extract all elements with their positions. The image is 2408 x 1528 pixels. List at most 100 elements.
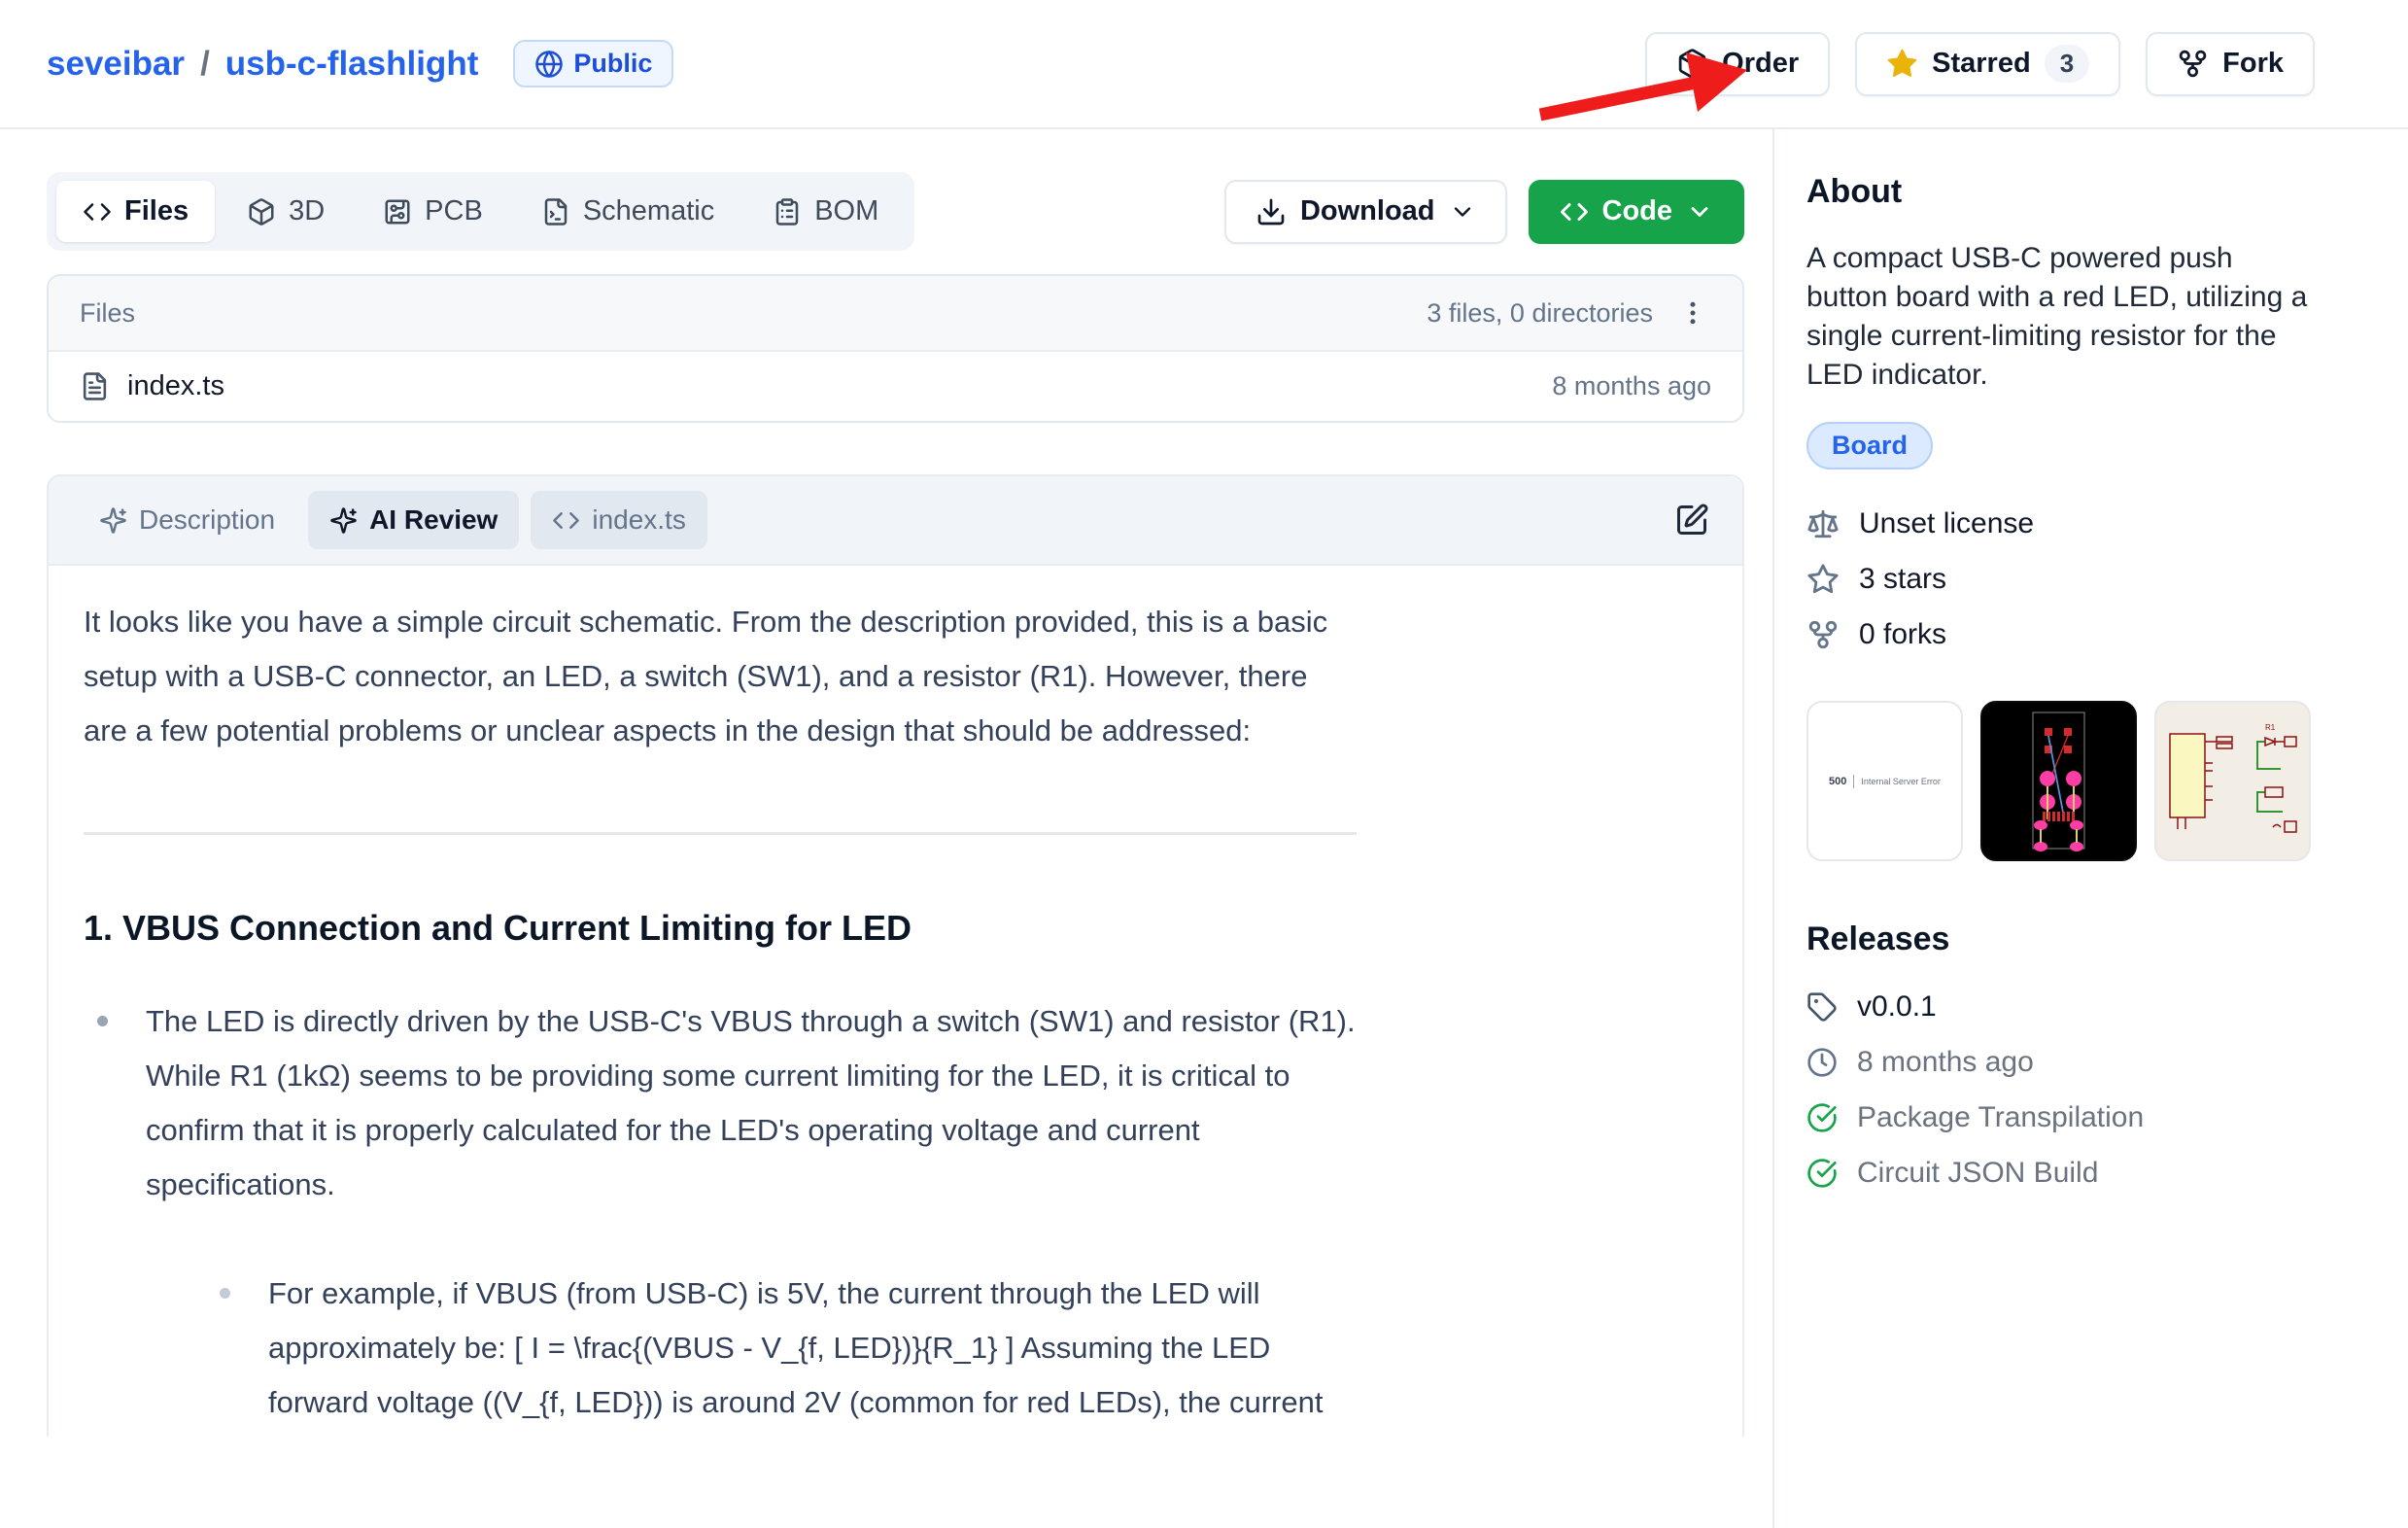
header-actions: Order Starred 3 Fork — [1645, 32, 2315, 96]
code-button[interactable]: Code — [1529, 180, 1745, 244]
file-terminal-icon — [541, 197, 570, 226]
tab-index-ts[interactable]: index.ts — [531, 491, 707, 549]
sparkles-icon — [99, 506, 127, 535]
owner-link[interactable]: seveibar — [47, 45, 185, 84]
tab-bom-label: BOM — [814, 195, 878, 227]
check-circle-icon — [1806, 1102, 1838, 1133]
tab-files-label: Files — [124, 195, 189, 227]
thumbnail-3d-view[interactable]: 500 Internal Server Error — [1806, 701, 1963, 861]
title-separator: / — [198, 45, 212, 84]
fork-button-label: Fork — [2222, 48, 2284, 80]
star-button[interactable]: Starred 3 — [1855, 32, 2120, 96]
tab-schematic[interactable]: Schematic — [515, 181, 740, 242]
tab-description-label: Description — [139, 504, 275, 536]
release-version-label: v0.0.1 — [1857, 990, 1937, 1024]
file-text-icon — [80, 371, 110, 401]
repo-meta: Unset license 3 stars 0 forks — [1806, 504, 2325, 654]
files-summary: 3 files, 0 directories — [1427, 298, 1653, 329]
about-description: A compact USB-C powered push button boar… — [1806, 239, 2317, 395]
repo-page: seveibar / usb-c-flashlight Public Order — [0, 0, 2408, 1528]
ai-review-list: The LED is directly driven by the USB-C'… — [84, 994, 1360, 1437]
kebab-menu-icon[interactable] — [1674, 295, 1711, 331]
git-fork-icon — [2177, 48, 2209, 80]
tab-description[interactable]: Description — [78, 491, 296, 549]
releases-section: Releases v0.0.1 8 months ago — [1806, 920, 2325, 1193]
tab-3d[interactable]: 3D — [221, 181, 351, 242]
forks-row: 0 forks — [1806, 615, 2325, 654]
tab-schematic-label: Schematic — [583, 195, 714, 227]
sidebar: About A compact USB-C powered push butto… — [1772, 129, 2408, 1528]
package-icon — [1676, 48, 1708, 80]
tab-bom[interactable]: BOM — [746, 181, 905, 242]
repo-header: seveibar / usb-c-flashlight Public Order — [0, 0, 2408, 129]
code-button-label: Code — [1602, 195, 1673, 227]
files-panel: Files 3 files, 0 directories index.ts — [47, 274, 1744, 423]
ai-review-content: It looks like you have a simple circuit … — [49, 566, 1360, 1437]
release-check-label: Circuit JSON Build — [1857, 1157, 2098, 1190]
tab-pcb[interactable]: PCB — [357, 181, 509, 242]
content-divider — [84, 832, 1357, 835]
release-check-transpilation[interactable]: Package Transpilation — [1806, 1098, 2325, 1137]
releases-title: Releases — [1806, 920, 2325, 958]
list-item: The LED is directly driven by the USB-C'… — [84, 994, 1360, 1437]
globe-icon — [534, 50, 564, 79]
release-version[interactable]: v0.0.1 — [1806, 988, 2325, 1026]
download-icon — [1256, 196, 1287, 227]
list-item: For example, if VBUS (from USB-C) is 5V,… — [206, 1267, 1360, 1437]
ai-review-heading: 1. VBUS Connection and Current Limiting … — [84, 907, 1360, 950]
circuit-board-icon — [383, 197, 412, 226]
edit-icon[interactable] — [1670, 499, 1713, 541]
about-title: About — [1806, 172, 2325, 211]
tab-ai-review-label: AI Review — [369, 504, 498, 536]
download-button-label: Download — [1300, 195, 1435, 227]
code-icon — [83, 197, 112, 226]
thumbnail-schematic-view[interactable]: R1 — [2154, 701, 2311, 861]
license-label: Unset license — [1859, 507, 2034, 540]
board-tag[interactable]: Board — [1806, 422, 1933, 469]
clock-icon — [1806, 1047, 1838, 1078]
readme-panel: Description AI Review inde — [47, 474, 1744, 1437]
preview-thumbnails: 500 Internal Server Error — [1806, 701, 2325, 861]
view-toolbar: Files 3D PCB — [47, 172, 1744, 251]
thumbnail-error-message: Internal Server Error — [1861, 777, 1941, 786]
stars-row: 3 stars — [1806, 560, 2325, 599]
file-name: index.ts — [127, 370, 224, 402]
tab-pcb-label: PCB — [425, 195, 483, 227]
files-panel-title: Files — [80, 298, 135, 329]
release-published-label: 8 months ago — [1857, 1046, 2034, 1079]
forks-label: 0 forks — [1859, 618, 1946, 651]
tab-3d-label: 3D — [289, 195, 325, 227]
code-icon — [1560, 197, 1589, 226]
readme-tabbar: Description AI Review inde — [49, 476, 1742, 566]
star-filled-icon — [1886, 48, 1918, 80]
code-icon — [552, 506, 580, 535]
page-body: Files 3D PCB — [0, 129, 2408, 1528]
svg-text:R1: R1 — [2265, 723, 2276, 732]
view-tabstrip: Files 3D PCB — [47, 172, 914, 251]
fork-button[interactable]: Fork — [2146, 32, 2315, 96]
chevron-down-icon — [1686, 198, 1713, 226]
repo-title: seveibar / usb-c-flashlight Public — [47, 40, 673, 87]
license-row: Unset license — [1806, 504, 2325, 543]
tab-files[interactable]: Files — [56, 181, 215, 242]
star-icon — [1806, 563, 1840, 596]
order-button[interactable]: Order — [1645, 32, 1830, 96]
file-row-index-ts[interactable]: index.ts 8 months ago — [49, 352, 1742, 421]
chevron-down-icon — [1449, 198, 1476, 226]
download-button[interactable]: Download — [1224, 180, 1507, 244]
release-check-circuit-json[interactable]: Circuit JSON Build — [1806, 1154, 2325, 1193]
sparkles-icon — [329, 506, 358, 535]
toolbar-actions: Download Code — [1224, 180, 1744, 244]
check-circle-icon — [1806, 1158, 1838, 1189]
fork-icon — [1806, 618, 1840, 651]
repo-name-link[interactable]: usb-c-flashlight — [225, 45, 479, 84]
thumbnail-error-code: 500 — [1829, 776, 1846, 787]
tab-index-ts-label: index.ts — [592, 504, 686, 536]
scales-icon — [1806, 507, 1840, 540]
tab-ai-review[interactable]: AI Review — [308, 491, 519, 549]
ai-review-paragraph: It looks like you have a simple circuit … — [84, 595, 1359, 758]
main-column: Files 3D PCB — [47, 129, 1744, 1528]
star-button-label: Starred — [1932, 48, 2031, 80]
thumbnail-pcb-view[interactable] — [1980, 701, 2137, 861]
tag-icon — [1806, 991, 1838, 1023]
